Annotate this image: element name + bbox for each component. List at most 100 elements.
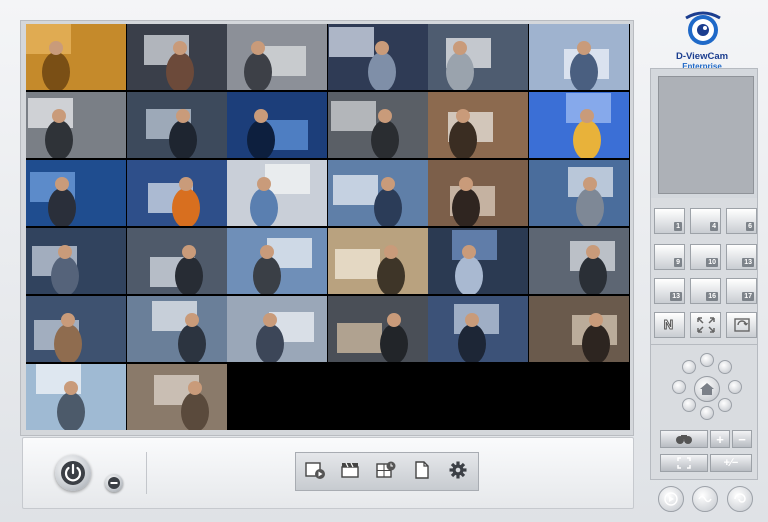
fullscreen-button[interactable]: [690, 312, 721, 338]
auto-switch-button[interactable]: [726, 312, 757, 338]
minimize-button[interactable]: [105, 474, 123, 492]
camera-image: [428, 24, 529, 90]
schedule-button[interactable]: [369, 455, 403, 485]
eye-logo-icon: [685, 11, 721, 45]
division-label: 16: [706, 292, 718, 301]
camera-feed-7[interactable]: [26, 92, 126, 158]
division-label: 13: [742, 258, 754, 267]
ptz-up-button[interactable]: [700, 353, 714, 367]
preview-screen[interactable]: [658, 76, 754, 194]
camera-image: [327, 92, 428, 158]
home-icon: [700, 383, 714, 395]
camera-feed-15[interactable]: [227, 160, 328, 226]
camera-image: [327, 228, 428, 294]
camera-feed-25[interactable]: [26, 296, 126, 362]
camera-feed-10[interactable]: [327, 92, 428, 158]
dviewcam-window: D-ViewCam Enterprise 1 4 6 9 10 13 13 16…: [0, 0, 768, 522]
division-9-button[interactable]: 9: [654, 244, 685, 270]
camera-image: [227, 92, 328, 158]
division-16-button[interactable]: 16: [690, 278, 721, 304]
division-13a-button[interactable]: 13: [726, 244, 757, 270]
division-label: 1: [674, 222, 682, 231]
camera-feed-9[interactable]: [227, 92, 328, 158]
document-icon: [415, 461, 429, 479]
zoom-out-button[interactable]: −: [732, 430, 752, 448]
division-17-button[interactable]: 17: [726, 278, 757, 304]
log-button[interactable]: [405, 455, 439, 485]
camera-feed-21[interactable]: [227, 228, 328, 294]
camera-image: [26, 296, 126, 362]
focus-adjust-button[interactable]: +∕−: [710, 454, 752, 472]
power-button[interactable]: [55, 455, 91, 491]
focus-button[interactable]: [660, 454, 708, 472]
camera-feed-2[interactable]: [126, 24, 227, 90]
camera-image: [126, 92, 227, 158]
division-n-button[interactable]: N: [654, 312, 685, 338]
division-6-button[interactable]: 6: [726, 208, 757, 234]
swirl-icon: [734, 493, 746, 503]
camera-feed-20[interactable]: [126, 228, 227, 294]
camera-feed-3[interactable]: [227, 24, 328, 90]
ptz-home-button[interactable]: [694, 376, 720, 402]
ptz-down-button[interactable]: [700, 406, 714, 420]
settings-button[interactable]: [441, 455, 475, 485]
camera-feed-30[interactable]: [529, 296, 629, 362]
camera-feed-4[interactable]: [327, 24, 428, 90]
camera-feed-19[interactable]: [26, 228, 126, 294]
preset-button[interactable]: [658, 486, 684, 512]
ptz-up-right-button[interactable]: [718, 360, 732, 374]
camera-image: [529, 228, 629, 294]
camera-image: [26, 228, 126, 294]
patrol-button[interactable]: [692, 486, 718, 512]
camera-feed-23[interactable]: [428, 228, 529, 294]
camera-feed-28[interactable]: [327, 296, 428, 362]
camera-feed-16[interactable]: [327, 160, 428, 226]
camera-image: [529, 24, 629, 90]
camera-feed-17[interactable]: [428, 160, 529, 226]
camera-feed-29[interactable]: [428, 296, 529, 362]
camera-feed-24[interactable]: [529, 228, 629, 294]
camera-feed-26[interactable]: [126, 296, 227, 362]
ptz-down-left-button[interactable]: [682, 398, 696, 412]
division-4-button[interactable]: 4: [690, 208, 721, 234]
division-13b-button[interactable]: 13: [654, 278, 685, 304]
playback-button[interactable]: [298, 455, 332, 485]
division-label: 13: [670, 292, 682, 301]
ptz-left-button[interactable]: [672, 380, 686, 394]
ptz-up-left-button[interactable]: [682, 360, 696, 374]
camera-feed-27[interactable]: [227, 296, 328, 362]
camera-feed-11[interactable]: [428, 92, 529, 158]
camera-feed-31[interactable]: [26, 364, 126, 430]
camera-feed-5[interactable]: [428, 24, 529, 90]
camera-image: [126, 364, 227, 430]
camera-feed-6[interactable]: [529, 24, 629, 90]
camera-feed-8[interactable]: [126, 92, 227, 158]
schedule-grid-icon: [376, 461, 396, 478]
zoom-in-button[interactable]: +: [710, 430, 730, 448]
division-label: 9: [674, 258, 682, 267]
camera-feed-12[interactable]: [529, 92, 629, 158]
auto-pan-button[interactable]: [727, 486, 753, 512]
division-label: 6: [746, 222, 754, 231]
camera-feed-13[interactable]: [26, 160, 126, 226]
ptz-right-button[interactable]: [728, 380, 742, 394]
zoom-view-button[interactable]: [660, 430, 708, 448]
camera-image: [428, 92, 529, 158]
camera-feed-18[interactable]: [529, 160, 629, 226]
camera-feed-1[interactable]: [26, 24, 126, 90]
rotate-icon: [733, 318, 750, 332]
wave-icon: [698, 495, 712, 503]
ptz-down-right-button[interactable]: [718, 398, 732, 412]
gear-icon: [449, 461, 467, 479]
division-10-button[interactable]: 10: [690, 244, 721, 270]
camera-image: [227, 24, 328, 90]
empty-channel-area[interactable]: [228, 364, 630, 430]
record-clip-button[interactable]: [333, 455, 367, 485]
division-1-button[interactable]: 1: [654, 208, 685, 234]
focus-frame-icon: [677, 457, 691, 469]
camera-feed-22[interactable]: [327, 228, 428, 294]
expand-icon: [696, 317, 715, 333]
camera-image: [327, 296, 428, 362]
camera-feed-32[interactable]: [126, 364, 227, 430]
camera-feed-14[interactable]: [126, 160, 227, 226]
